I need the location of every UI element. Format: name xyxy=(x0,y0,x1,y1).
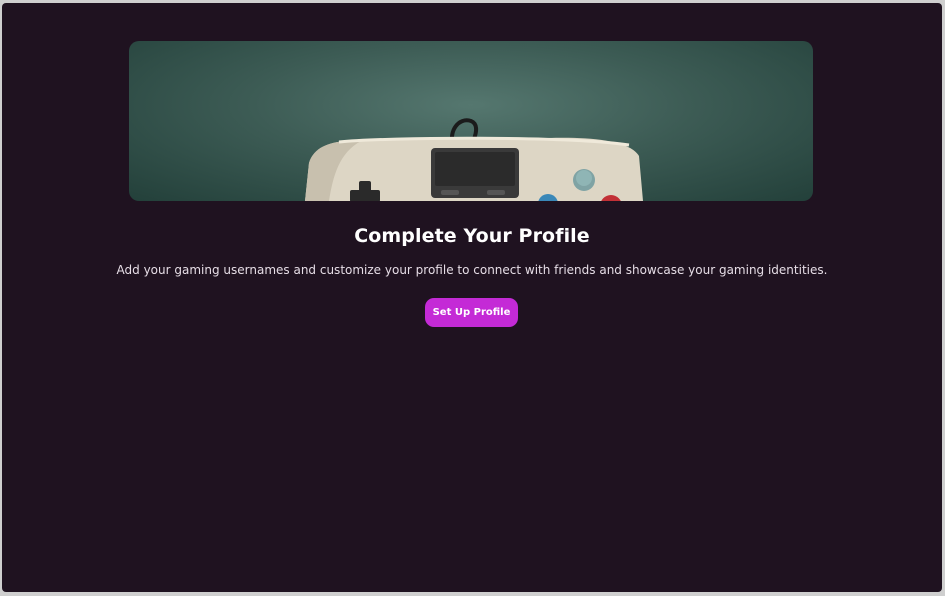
app-window: Complete Your Profile Add your gaming us… xyxy=(2,3,942,592)
game-controller-icon xyxy=(305,118,643,201)
page-title: Complete Your Profile xyxy=(354,225,590,247)
set-up-profile-button[interactable]: Set Up Profile xyxy=(425,298,518,327)
page-description: Add your gaming usernames and customize … xyxy=(116,263,828,277)
hero-banner xyxy=(129,41,813,201)
